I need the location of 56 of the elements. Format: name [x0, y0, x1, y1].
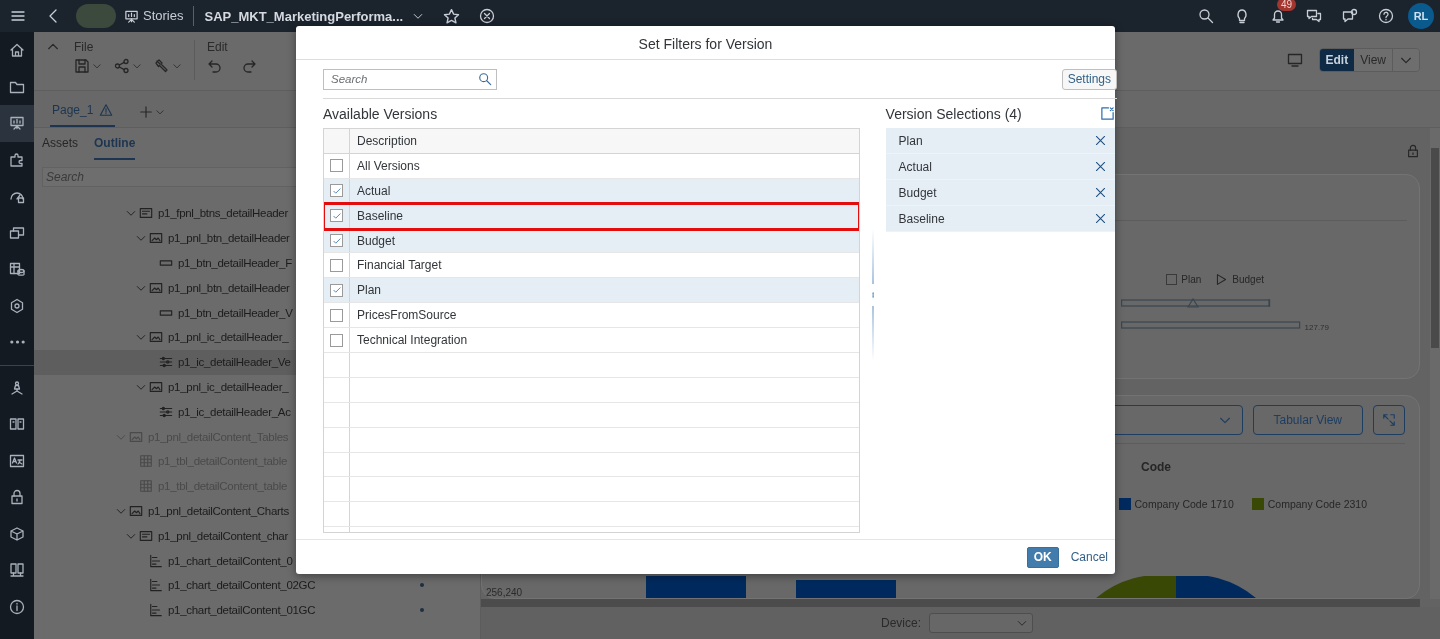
tree-item-label: p1_pnl_ic_detailHeader_ [168, 331, 289, 344]
section-heading: Version Selections (4) [885, 104, 1022, 124]
tree-item[interactable]: p1_chart_detailContent_01GC [34, 597, 480, 623]
tree-item[interactable]: p1_chart_detailContent_0 [34, 548, 480, 573]
tree-item-label: p1_chart_detailContent_0 [168, 554, 293, 567]
tree-item-label: p1_pnl_detailContent_char [158, 529, 288, 542]
tree-item-label: p1_pnl_btn_detailHeader [168, 281, 290, 294]
legend-label: Company Code 1710 [1134, 497, 1234, 510]
tabular-view-button[interactable]: Tabular View [1252, 404, 1363, 435]
tree-item[interactable]: p1_pnl_detailContent_char [34, 523, 480, 549]
mode-button[interactable]: Edit [1319, 49, 1355, 71]
notification-count: 49 [1277, 0, 1297, 11]
story-title: SAP_MKT_MarketingPerforma... [204, 8, 404, 24]
selected-version-label: Plan [898, 133, 923, 148]
selected-version-label: Budget [898, 185, 937, 200]
toolbar-group-label: Edit [207, 40, 229, 54]
tree-item-label: p1_pnl_detailContent_Charts [148, 504, 289, 517]
tree-item-label: p1_fpnl_btns_detailHeader [158, 207, 288, 220]
version-row[interactable]: PricesFromSource [324, 303, 859, 329]
version-row[interactable]: Technical Integration [324, 328, 859, 353]
tree-item-label: p1_ic_detailHeader_Ac [178, 405, 291, 418]
chart-title: Code [1141, 459, 1171, 474]
column-header: Description [356, 132, 418, 150]
panel-tab[interactable]: Outline [94, 128, 136, 160]
tree-item-label: p1_ic_detailHeader_Ve [178, 356, 291, 369]
toolbar-group-label: File [74, 40, 95, 54]
tree-item-label: p1_pnl_btn_detailHeader [168, 232, 290, 245]
tree-item[interactable]: p1_ic_detailHeader_Ac [34, 399, 480, 425]
tree-item-label: p1_pnl_ic_detailHeader_ [168, 380, 289, 393]
panel-tab[interactable]: Assets [42, 128, 78, 160]
selected-version-label: Baseline [898, 211, 945, 226]
legend-label: Company Code 2310 [1267, 497, 1367, 510]
legend-label: Plan [1181, 273, 1202, 285]
tree-item[interactable]: p1_pnl_detailContent_Charts [34, 498, 480, 524]
tree-item-label: p1_btn_detailHeader_V [178, 306, 293, 319]
tree-item[interactable]: p1_chart_detailContent_02GC [34, 572, 480, 598]
ok-button[interactable]: OK [1026, 546, 1059, 568]
section-heading: Available Versions [323, 104, 439, 124]
notifications-button[interactable]: 49 [1260, 0, 1296, 32]
tree-item-label: p1_chart_detailContent_02GC [168, 579, 316, 592]
settings-button[interactable]: Settings [1061, 68, 1117, 90]
selected-version-label: Actual [898, 159, 932, 174]
tree-item[interactable]: p1_pnl_ic_detailHeader_ [34, 374, 480, 400]
cancel-button[interactable]: Cancel [1070, 550, 1108, 564]
version-row[interactable]: All Versions [324, 153, 859, 179]
dialog-title: Set Filters for Version [296, 26, 1115, 60]
mode-button[interactable]: View [1354, 49, 1392, 71]
section-title[interactable]: Stories [143, 6, 195, 26]
version-row[interactable]: Plan [324, 278, 859, 304]
tree-item-label: p1_btn_detailHeader_F [178, 257, 292, 269]
user-avatar[interactable]: RL [1408, 3, 1434, 29]
search-field[interactable]: Search [323, 68, 497, 90]
version-row[interactable]: Baseline [324, 203, 859, 229]
legend-label: Budget [1232, 273, 1264, 285]
tree-item-label: p1_chart_detailContent_01GC [168, 604, 316, 617]
axis-label: 256,240 [486, 587, 524, 598]
